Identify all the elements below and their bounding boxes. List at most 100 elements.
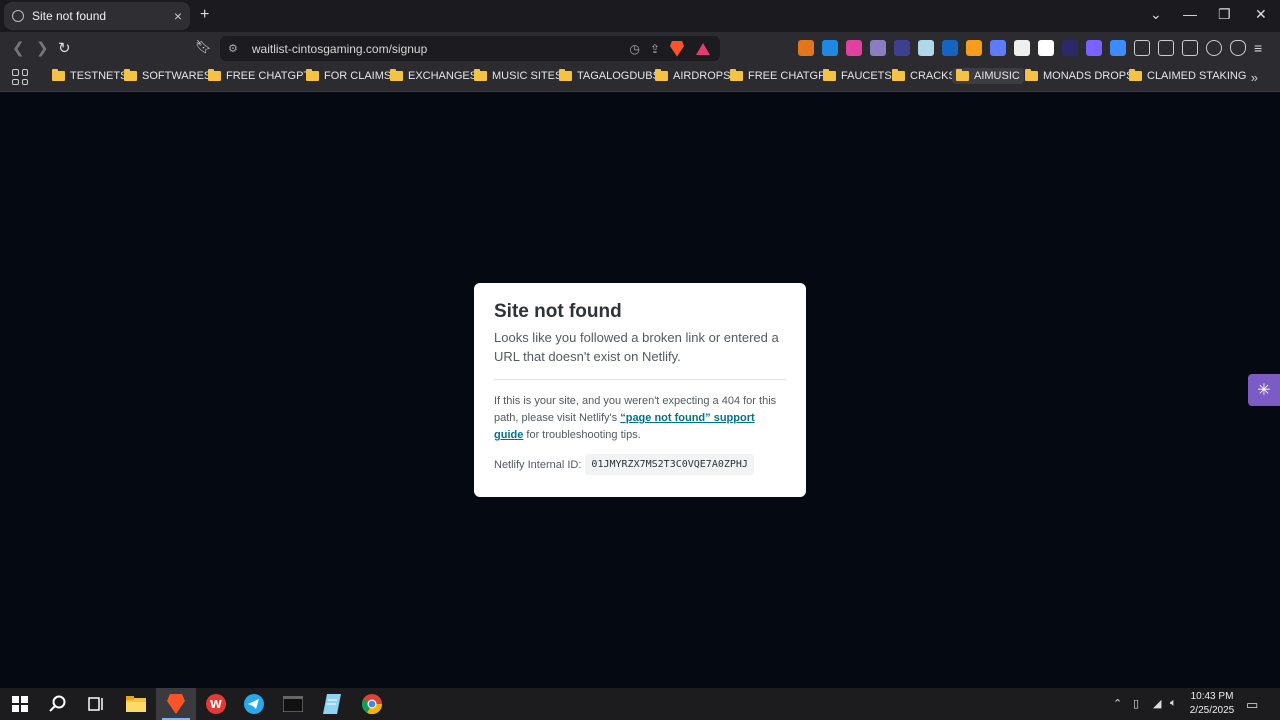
internal-id-label: Netlify Internal ID:: [494, 458, 582, 471]
tab-close-icon[interactable]: ×: [174, 8, 182, 24]
folder-icon: [474, 69, 487, 81]
svg-text:W: W: [210, 698, 222, 711]
new-tab-button[interactable]: +: [200, 6, 209, 24]
bookmark-folder[interactable]: AIRDROPS: [655, 69, 730, 82]
address-bar[interactable]: ⚙ waitlist-cintosgaming.com/signup ◷ ⇪: [220, 36, 720, 61]
brave-rewards-icon[interactable]: [696, 42, 710, 55]
folder-icon: [823, 69, 836, 81]
translate-icon[interactable]: [990, 40, 1006, 56]
telegram-icon[interactable]: [234, 688, 274, 720]
site-settings-icon[interactable]: ⚙: [228, 42, 238, 55]
extension-s-icon[interactable]: [966, 40, 982, 56]
bookmark-folder[interactable]: FREE CHATGPT4: [208, 69, 317, 82]
bookmark-folder[interactable]: MONADS DROPS: [1025, 69, 1134, 82]
folder-icon: [559, 69, 572, 81]
volume-icon[interactable]: 🔈︎: [1170, 697, 1177, 710]
internal-id-value[interactable]: 01JMYRZX7MS2T3C0VQE7A0ZPHJ: [585, 454, 754, 475]
brave-shields-icon[interactable]: [670, 40, 684, 57]
back-icon[interactable]: ❮: [12, 39, 25, 57]
notepad-icon[interactable]: [312, 688, 352, 720]
bookmark-folder[interactable]: AIMUSIC: [952, 68, 1024, 84]
brave-browser-icon[interactable]: [156, 688, 196, 720]
bookmark-folder[interactable]: CRACKS: [892, 69, 956, 82]
extension-wave-icon[interactable]: [894, 40, 910, 56]
bookmark-label: CRACKS: [910, 70, 956, 82]
extension-cloud-icon[interactable]: [870, 40, 886, 56]
extension-circle-icon[interactable]: [1014, 40, 1030, 56]
bookmarks-bar: TESTNETS SOFTWARES FREE CHATGPT4 FOR CLA…: [0, 64, 1280, 92]
apps-grid-icon[interactable]: [12, 69, 28, 85]
extension-star-icon[interactable]: [1062, 40, 1078, 56]
wallet-icon[interactable]: [1182, 40, 1198, 56]
error-card: Site not found Looks like you followed a…: [474, 283, 806, 497]
bookmark-folder[interactable]: FOR CLAIMS: [306, 69, 391, 82]
folder-icon: [1025, 69, 1038, 81]
extension-purple-icon[interactable]: [1086, 40, 1102, 56]
share-icon[interactable]: ⇪: [650, 42, 660, 56]
usb-icon[interactable]: ▯: [1133, 697, 1139, 710]
extension-grid-icon[interactable]: [918, 40, 934, 56]
leo-ai-icon[interactable]: [1206, 40, 1222, 56]
tab-search-chevron-icon[interactable]: ⌄: [1150, 6, 1162, 23]
windows-start-icon[interactable]: [0, 688, 40, 720]
file-explorer-icon[interactable]: [116, 688, 156, 720]
show-hidden-icons-icon[interactable]: ⌃: [1113, 697, 1122, 710]
bookmark-folder[interactable]: FAUCETS: [823, 69, 892, 82]
folder-icon: [124, 69, 137, 81]
tab-title: Site not found: [32, 9, 107, 23]
folder-icon: [1129, 69, 1142, 81]
bookmark-folder[interactable]: SOFTWARES: [124, 69, 211, 82]
metamask-icon[interactable]: [798, 40, 814, 56]
bookmark-label: FREE CHATGPT: [748, 70, 833, 82]
bookmark-label: TAGALOGDUBS: [577, 70, 660, 82]
restore-icon[interactable]: ❐: [1218, 6, 1231, 23]
bookmark-folder[interactable]: FREE CHATGPT: [730, 69, 833, 82]
folder-icon: [956, 69, 969, 81]
folder-icon: [208, 69, 221, 81]
extensions-puzzle-icon[interactable]: [1134, 40, 1150, 56]
url-text[interactable]: waitlist-cintosgaming.com/signup: [252, 42, 630, 56]
browser-toolbar: ❮ ❯ ↻ 🔖︎ ⚙ waitlist-cintosgaming.com/sig…: [0, 32, 1280, 64]
extension-blue-icon[interactable]: [942, 40, 958, 56]
task-view-icon[interactable]: [76, 688, 116, 720]
bookmark-label: MUSIC SITES: [492, 70, 563, 82]
bookmark-folder[interactable]: CLAIMED STAKING: [1129, 69, 1246, 82]
clock-time: 10:43 PM: [1190, 691, 1234, 702]
wps-office-icon[interactable]: W: [196, 688, 236, 720]
extension-cyan-icon[interactable]: [1110, 40, 1126, 56]
extension-pink-icon[interactable]: [846, 40, 862, 56]
history-icon[interactable]: ◷: [629, 42, 639, 56]
bookmark-folder[interactable]: MUSIC SITES: [474, 69, 563, 82]
chrome-icon[interactable]: [352, 688, 392, 720]
folder-icon: [52, 69, 65, 81]
help-text-suffix: for troubleshooting tips.: [523, 429, 641, 441]
tab-site-not-found[interactable]: Site not found ×: [4, 2, 190, 30]
network-icon[interactable]: ◢: [1153, 697, 1161, 710]
folder-icon: [306, 69, 319, 81]
clock[interactable]: 10:43 PM 2/25/2025: [1186, 690, 1238, 718]
extension-k-icon[interactable]: [822, 40, 838, 56]
menu-icon[interactable]: ≡: [1254, 40, 1270, 56]
error-description: Looks like you followed a broken link or…: [494, 330, 779, 364]
search-icon[interactable]: [38, 688, 78, 720]
notifications-icon[interactable]: ▭: [1246, 697, 1258, 713]
minimize-icon[interactable]: —: [1183, 6, 1197, 22]
folder-icon: [730, 69, 743, 81]
bookmark-label: FREE CHATGPT4: [226, 70, 317, 82]
forward-icon[interactable]: ❯: [36, 39, 49, 57]
more-bookmarks-icon[interactable]: »: [1251, 70, 1258, 85]
extension-infinity-icon[interactable]: [1038, 40, 1054, 56]
taskbar: W ⌃ ▯ ◢ 🔈︎ 10:43 PM 2/25/2025 ▭: [0, 688, 1280, 720]
bookmark-folder[interactable]: EXCHANGES: [390, 69, 477, 82]
folder-icon: [655, 69, 668, 81]
sparkle-widget-icon[interactable]: ✳: [1248, 374, 1280, 406]
bookmark-icon[interactable]: 🔖︎: [195, 39, 212, 55]
sidebar-icon[interactable]: [1158, 40, 1174, 56]
vpn-icon[interactable]: [1230, 40, 1246, 56]
reload-icon[interactable]: ↻: [58, 39, 71, 57]
terminal-icon[interactable]: [273, 688, 313, 720]
bookmark-folder[interactable]: TESTNETS: [52, 69, 127, 82]
bookmark-folder[interactable]: TAGALOGDUBS: [559, 69, 660, 82]
bookmark-label: MONADS DROPS: [1043, 70, 1134, 82]
close-window-icon[interactable]: ✕: [1255, 6, 1267, 23]
